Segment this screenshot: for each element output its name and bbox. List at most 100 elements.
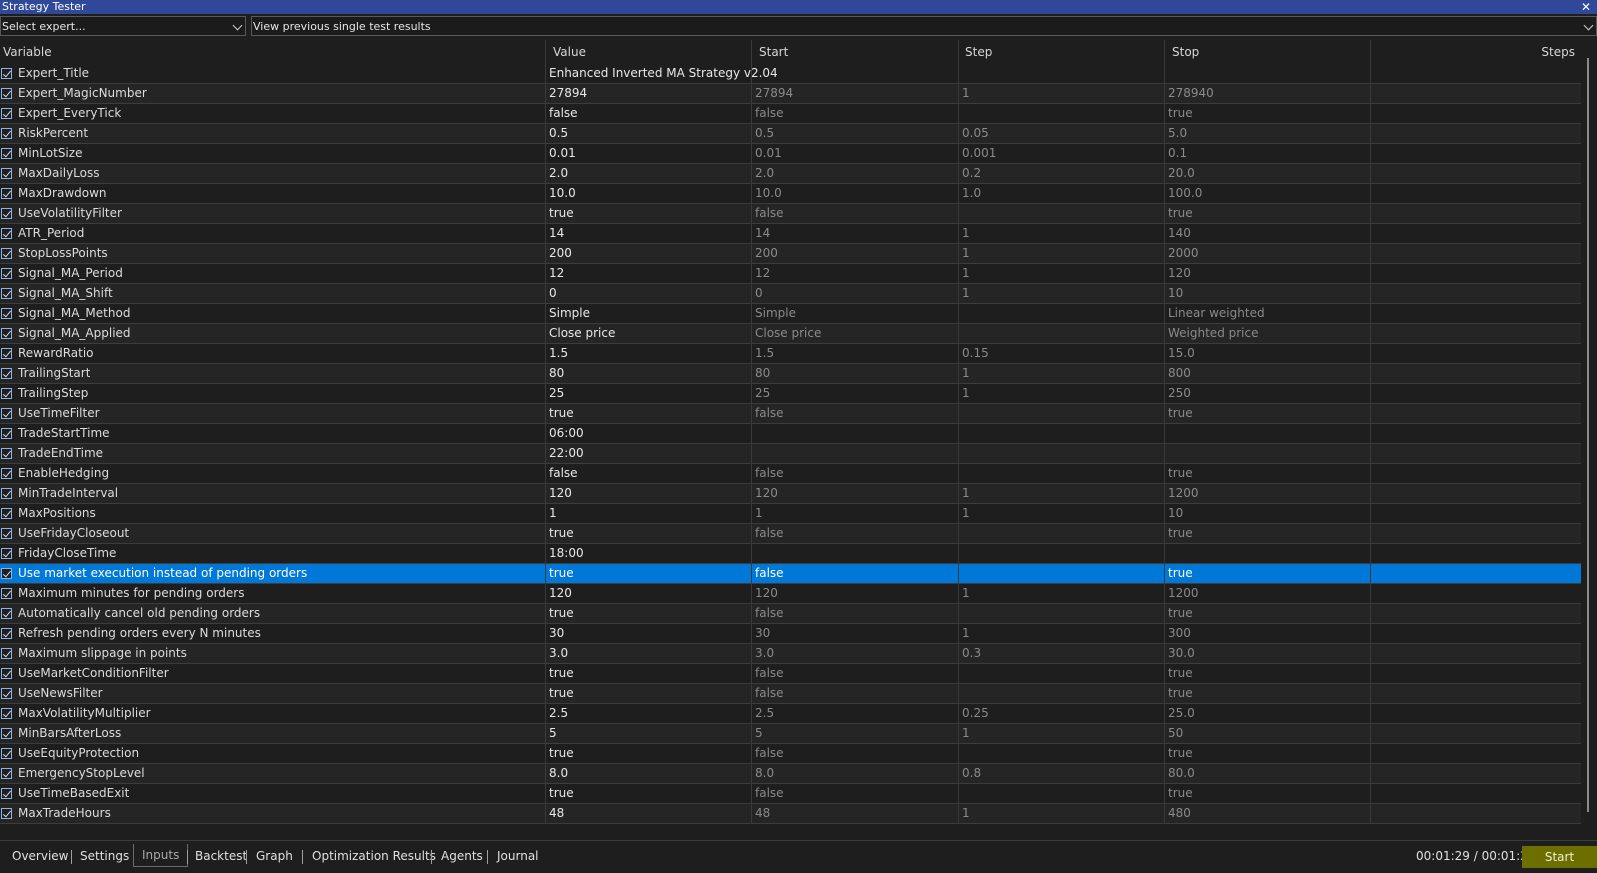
cell-stop[interactable]: 100.0 <box>1168 184 1202 203</box>
cell-stop[interactable]: 10 <box>1168 504 1183 523</box>
cell-value[interactable]: 12 <box>549 264 564 283</box>
cell-start[interactable]: 27894 <box>755 84 793 103</box>
cell-step[interactable]: 0.3 <box>962 644 981 663</box>
cell-stop[interactable]: 120 <box>1168 264 1191 283</box>
tab-inputs[interactable]: Inputs <box>133 844 189 867</box>
cell-value[interactable]: 18:00 <box>549 544 584 563</box>
cell-value[interactable]: true <box>549 604 574 623</box>
column-header-value[interactable]: Value <box>553 40 586 64</box>
cell-start[interactable]: 80 <box>755 364 770 383</box>
table-row[interactable]: UseVolatilityFilter true false true <box>0 204 1581 224</box>
table-row[interactable]: Signal_MA_Shift 0 0 1 10 <box>0 284 1581 304</box>
row-checkbox[interactable] <box>1 288 12 299</box>
cell-start[interactable]: 30 <box>755 624 770 643</box>
row-checkbox[interactable] <box>1 488 12 499</box>
row-checkbox[interactable] <box>1 88 12 99</box>
cell-step[interactable]: 0.05 <box>962 124 989 143</box>
cell-step[interactable]: 1 <box>962 384 970 403</box>
cell-stop[interactable]: 1200 <box>1168 584 1199 603</box>
tab-graph[interactable]: Graph <box>256 846 293 866</box>
cell-start[interactable]: false <box>755 404 784 423</box>
table-row[interactable]: Maximum slippage in points 3.0 3.0 0.3 30.0 <box>0 644 1581 664</box>
cell-stop[interactable]: true <box>1168 104 1193 123</box>
table-row[interactable]: MaxPositions 1 1 1 10 <box>0 504 1581 524</box>
cell-step[interactable]: 1 <box>962 504 970 523</box>
table-row[interactable]: UseMarketConditionFilter true false true <box>0 664 1581 684</box>
table-row[interactable]: Automatically cancel old pending orders t… <box>0 604 1581 624</box>
cell-start[interactable]: 3.0 <box>755 644 774 663</box>
cell-value[interactable]: 3.0 <box>549 644 568 663</box>
table-row[interactable]: UseNewsFilter true false true <box>0 684 1581 704</box>
table-row[interactable]: TrailingStep 25 25 1 250 <box>0 384 1581 404</box>
cell-stop[interactable]: true <box>1168 784 1193 803</box>
results-select[interactable]: View previous single test results <box>251 16 1597 36</box>
cell-start[interactable]: false <box>755 464 784 483</box>
cell-value[interactable]: 1.5 <box>549 344 568 363</box>
table-row[interactable]: Maximum minutes for pending orders 120 120… <box>0 584 1581 604</box>
table-row[interactable]: MaxVolatilityMultiplier 2.5 2.5 0.25 25.0 <box>0 704 1581 724</box>
cell-value[interactable]: true <box>549 524 574 543</box>
cell-step[interactable]: 1 <box>962 84 970 103</box>
cell-start[interactable]: false <box>755 684 784 703</box>
tab-agents[interactable]: Agents <box>441 846 483 866</box>
tab-journal[interactable]: Journal <box>497 846 539 866</box>
cell-stop[interactable]: 250 <box>1168 384 1191 403</box>
row-checkbox[interactable] <box>1 428 12 439</box>
row-checkbox[interactable] <box>1 808 12 819</box>
cell-start[interactable]: 10.0 <box>755 184 782 203</box>
table-row[interactable]: MaxDailyLoss 2.0 2.0 0.2 20.0 <box>0 164 1581 184</box>
cell-value[interactable]: 2.0 <box>549 164 568 183</box>
row-checkbox[interactable] <box>1 728 12 739</box>
cell-value[interactable]: true <box>549 664 574 683</box>
table-row[interactable]: Signal_MA_Applied Close price Close price W… <box>0 324 1581 344</box>
row-checkbox[interactable] <box>1 688 12 699</box>
vertical-scrollbar[interactable] <box>1582 44 1597 824</box>
row-checkbox[interactable] <box>1 308 12 319</box>
cell-value[interactable]: 1 <box>549 504 557 523</box>
cell-start[interactable]: 200 <box>755 244 778 263</box>
cell-start[interactable]: false <box>755 564 784 583</box>
cell-start[interactable]: 2.5 <box>755 704 774 723</box>
table-row[interactable]: TrailingStart 80 80 1 800 <box>0 364 1581 384</box>
table-row[interactable]: UseTimeFilter true false true <box>0 404 1581 424</box>
cell-value[interactable]: 10.0 <box>549 184 576 203</box>
cell-stop[interactable]: 15.0 <box>1168 344 1195 363</box>
cell-value[interactable]: false <box>549 464 578 483</box>
table-row[interactable]: Signal_MA_Method Simple Simple Linear weigh… <box>0 304 1581 324</box>
cell-start[interactable]: 25 <box>755 384 770 403</box>
cell-start[interactable]: 0.5 <box>755 124 774 143</box>
cell-value[interactable]: 0.01 <box>549 144 576 163</box>
cell-step[interactable]: 1 <box>962 584 970 603</box>
table-row[interactable]: MinLotSize 0.01 0.01 0.001 0.1 <box>0 144 1581 164</box>
row-checkbox[interactable] <box>1 648 12 659</box>
table-row[interactable]: TradeEndTime 22:00 <box>0 444 1581 464</box>
column-header-variable[interactable]: Variable <box>3 40 52 64</box>
row-checkbox[interactable] <box>1 348 12 359</box>
cell-stop[interactable]: 20.0 <box>1168 164 1195 183</box>
cell-start[interactable]: false <box>755 104 784 123</box>
row-checkbox[interactable] <box>1 228 12 239</box>
row-checkbox[interactable] <box>1 388 12 399</box>
cell-start[interactable]: 120 <box>755 584 778 603</box>
cell-start[interactable]: 0.01 <box>755 144 782 163</box>
cell-value[interactable]: 200 <box>549 244 572 263</box>
row-checkbox[interactable] <box>1 668 12 679</box>
row-checkbox[interactable] <box>1 108 12 119</box>
cell-value[interactable]: 8.0 <box>549 764 568 783</box>
table-row[interactable]: Signal_MA_Period 12 12 1 120 <box>0 264 1581 284</box>
cell-value[interactable]: 30 <box>549 624 564 643</box>
row-checkbox[interactable] <box>1 548 12 559</box>
tab-overview[interactable]: Overview <box>12 846 69 866</box>
cell-stop[interactable]: true <box>1168 564 1193 583</box>
cell-start[interactable]: false <box>755 784 784 803</box>
row-checkbox[interactable] <box>1 588 12 599</box>
table-row[interactable]: Expert_Title Enhanced Inverted MA Strateg… <box>0 64 1581 84</box>
cell-step[interactable]: 1 <box>962 224 970 243</box>
table-row[interactable]: TradeStartTime 06:00 <box>0 424 1581 444</box>
table-row[interactable]: UseEquityProtection true false true <box>0 744 1581 764</box>
cell-value[interactable]: true <box>549 744 574 763</box>
cell-stop[interactable]: 278940 <box>1168 84 1214 103</box>
table-row[interactable]: EnableHedging false false true <box>0 464 1581 484</box>
cell-stop[interactable]: 0.1 <box>1168 144 1187 163</box>
cell-start[interactable]: 8.0 <box>755 764 774 783</box>
